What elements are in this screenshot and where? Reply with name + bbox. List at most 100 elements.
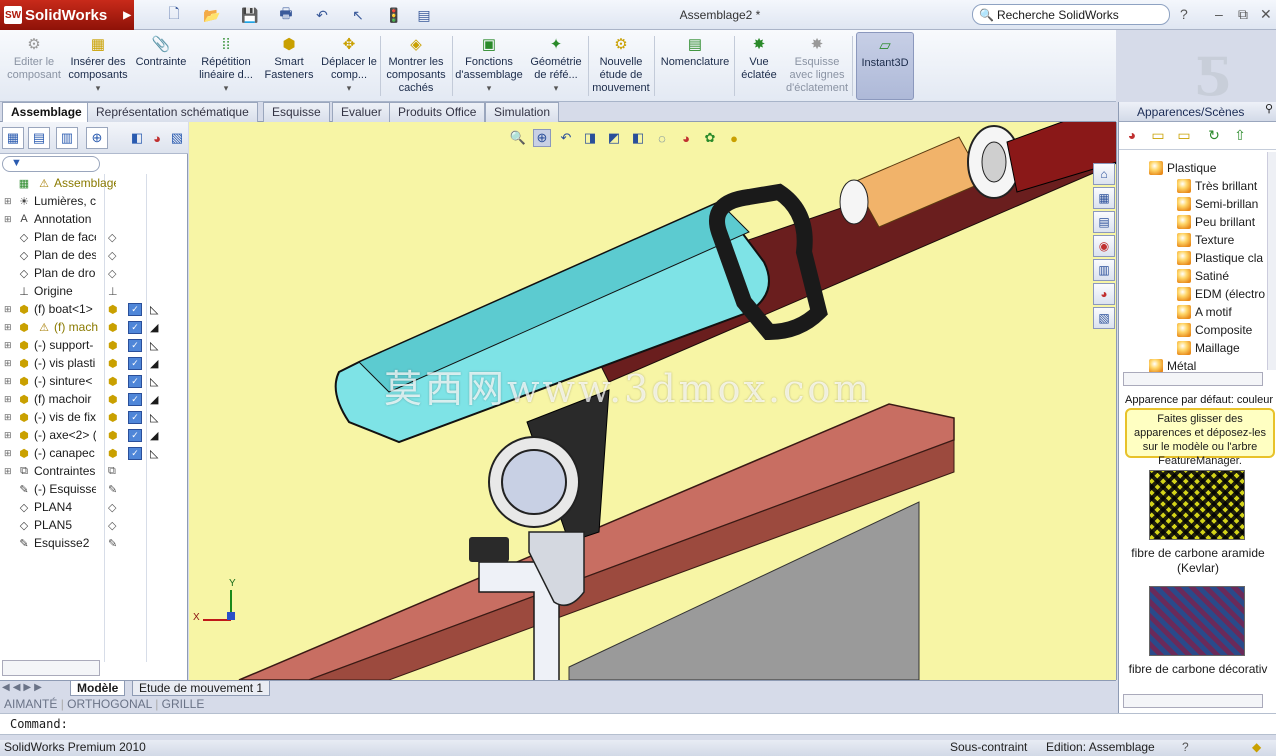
tree-row[interactable]: ◇ Plan de dro ◇ [0, 264, 188, 282]
dropdown-arrow-icon[interactable]: ▾ [96, 82, 101, 95]
tree-row[interactable]: ✎ (-) Esquisse ✎ [0, 480, 188, 498]
display-state-icon[interactable]: ✓ [128, 410, 142, 424]
appearances-vertical-scrollbar[interactable] [1267, 152, 1276, 370]
new-document-icon[interactable]: 🗋 [160, 5, 188, 25]
appearance-item[interactable]: Semi-brillan [1177, 195, 1276, 213]
appearances-tab-icon[interactable]: ◕ [1093, 283, 1115, 305]
assembly-features-button[interactable]: ▣ Fonctions d'assemblage ▾ [454, 32, 524, 100]
solidworks-menu-button[interactable]: SW SolidWorks ▶ [0, 0, 134, 30]
tree-row[interactable]: ⊞ ⬢ (-) canapec ⬢ ✓ ◺ [0, 444, 188, 462]
appearance-item[interactable]: Texture [1177, 231, 1276, 249]
expand-toggle-icon[interactable]: ⊞ [4, 376, 14, 387]
shading-mode-icon[interactable]: ◺ [150, 303, 163, 316]
search-box[interactable]: 🔍 Recherche SolidWorks [972, 4, 1170, 25]
tab-scroll-arrows-icon[interactable]: ◀◀▶▶ [2, 682, 45, 693]
minimize-icon[interactable]: – [1215, 6, 1223, 22]
tree-row[interactable]: ✎ Esquisse2 ✎ [0, 534, 188, 552]
expand-toggle-icon[interactable]: ⊞ [4, 430, 14, 441]
dropdown-arrow-icon[interactable]: ▾ [347, 82, 352, 95]
folder-icon[interactable]: ▭ [1149, 127, 1167, 144]
shading-mode-icon[interactable]: ◢ [150, 321, 163, 334]
zoom-to-area-icon[interactable]: ⊕ [533, 129, 551, 147]
appearance-item[interactable]: Plastique cla [1177, 249, 1276, 267]
show-hidden-components-button[interactable]: ◈ Montrer les composants cachés [384, 32, 448, 100]
tree-row[interactable]: ⊞ ⬢ (f) boat<1> ⬢ ✓ ◺ [0, 300, 188, 318]
pin-icon[interactable]: ⚲ [1265, 102, 1273, 115]
select-icon[interactable]: ↖ [344, 5, 372, 25]
print-icon[interactable]: 🖶 [272, 5, 300, 25]
tree-row[interactable]: ◇ PLAN5 ◇ [0, 516, 188, 534]
edit-appearance-icon[interactable]: ◕ [677, 129, 695, 147]
view-orientation-icon[interactable]: ◩ [605, 129, 623, 147]
search-results-icon[interactable]: ◉ [1093, 235, 1115, 257]
display-state-icon[interactable]: ✓ [128, 374, 142, 388]
snap-mode-grid[interactable]: GRILLE [162, 697, 205, 711]
display-tab-icon[interactable]: ◧ [126, 127, 148, 149]
tree-row[interactable]: ⊥ Origine ⊥ [0, 282, 188, 300]
display-state-icon[interactable]: ✓ [128, 428, 142, 442]
undo-icon[interactable]: ↶ [308, 5, 336, 25]
shading-mode-icon[interactable]: ◺ [150, 375, 163, 388]
section-view-icon[interactable]: ◨ [581, 129, 599, 147]
edit-component-button[interactable]: ⚙ Editer le composant [4, 32, 64, 100]
appearance-item[interactable]: Peu brillant [1177, 213, 1276, 231]
decorative-carbon-thumbnail[interactable] [1149, 586, 1245, 656]
rebuild-icon[interactable]: 🚦 [380, 5, 408, 25]
refresh-icon[interactable]: ↻ [1205, 127, 1223, 144]
expand-toggle-icon[interactable]: ⊞ [4, 214, 14, 225]
shading-mode-icon[interactable]: ◢ [150, 429, 163, 442]
insert-components-button[interactable]: ▦ Insérer des composants ▾ [66, 32, 130, 100]
display-style-icon[interactable]: ◧ [629, 129, 647, 147]
display-state-icon[interactable]: ✓ [128, 320, 142, 334]
tree-row[interactable]: ⊞ ⬢ (f) machoir ⬢ ✓ ◢ [0, 390, 188, 408]
command-line[interactable]: Command: [0, 713, 1276, 735]
shading-mode-icon[interactable]: ◢ [150, 357, 163, 370]
appearance-tab-icon[interactable]: ◕ [146, 127, 168, 149]
linear-pattern-button[interactable]: ⁞⁞ Répétition linéaire d... ▾ [194, 32, 258, 100]
design-library-icon[interactable]: ▦ [1093, 187, 1115, 209]
tab-office-products[interactable]: Produits Office [389, 102, 486, 122]
display-state-icon[interactable]: ✓ [128, 302, 142, 316]
scene-tab-icon[interactable]: ▧ [166, 127, 188, 149]
appearances-horizontal-scrollbar[interactable] [1123, 372, 1263, 386]
view-settings-icon[interactable]: ● [725, 129, 743, 147]
expand-toggle-icon[interactable]: ⊞ [4, 394, 14, 405]
options-icon[interactable]: ▤ [410, 5, 438, 25]
appearance-item[interactable]: EDM (électro [1177, 285, 1276, 303]
dropdown-arrow-icon[interactable]: ▾ [487, 82, 492, 95]
expand-toggle-icon[interactable]: ⊞ [4, 196, 14, 207]
snap-mode-snap[interactable]: AIMANTÉ [4, 697, 57, 711]
tree-row[interactable]: ▦ ⚠ Assemblage [0, 174, 188, 192]
shading-mode-icon[interactable]: ◢ [150, 393, 163, 406]
tree-row[interactable]: ⊞ ⧉ Contraintes ⧉ [0, 462, 188, 480]
expand-toggle-icon[interactable]: ⊞ [4, 358, 14, 369]
add-appearance-icon[interactable]: ◕ [1123, 127, 1141, 143]
custom-properties-icon[interactable]: ▧ [1093, 307, 1115, 329]
exploded-view-button[interactable]: ✸ Vue éclatée [736, 32, 782, 100]
appearance-item[interactable]: A motif [1177, 303, 1276, 321]
tree-row[interactable]: ⊞ ⬢ (-) vis plasti ⬢ ✓ ◢ [0, 354, 188, 372]
tab-motion-study-1[interactable]: Etude de mouvement 1 [132, 681, 271, 696]
move-component-button[interactable]: ✥ Déplacer le comp... ▾ [320, 32, 378, 100]
close-icon[interactable]: ✕ [1260, 6, 1272, 23]
display-state-icon[interactable]: ✓ [128, 338, 142, 352]
expand-toggle-icon[interactable]: ⊞ [4, 466, 14, 477]
tree-row[interactable]: ⊞ ⬢ ⚠ (f) mach ⬢ ✓ ◢ [0, 318, 188, 336]
tree-row[interactable]: ⊞ ⬢ (-) support- ⬢ ✓ ◺ [0, 336, 188, 354]
tree-row[interactable]: ⊞ ⬢ (-) axe<2> (⬢ ✓ ◢ [0, 426, 188, 444]
solidworks-resources-icon[interactable]: ⌂ [1093, 163, 1115, 185]
tree-row[interactable]: ◇ Plan de face ◇ [0, 228, 188, 246]
display-state-icon[interactable]: ✓ [128, 446, 142, 460]
instant3d-button[interactable]: ▱ Instant3D [856, 32, 914, 100]
tree-row[interactable]: ◇ Plan de des ◇ [0, 246, 188, 264]
tab-simulation[interactable]: Simulation [485, 102, 560, 122]
appearance-item[interactable]: Maillage [1177, 339, 1276, 357]
kevlar-thumbnail[interactable] [1149, 470, 1245, 540]
dropdown-arrow-icon[interactable]: ▾ [554, 82, 559, 95]
apply-scene-icon[interactable]: ✿ [701, 129, 719, 147]
tree-row[interactable]: ⊞ ☀ Lumières, c [0, 192, 188, 210]
feature-tree-tab-icon[interactable]: ▦ [2, 127, 24, 149]
tree-horizontal-scrollbar[interactable] [2, 660, 100, 676]
rebuild-status-icon[interactable]: ◆ [1252, 740, 1261, 754]
graphics-area[interactable]: Y X 🔍 ⊕ ↶ ◨ ◩ ◧ ◌ ◕ ✿ ● 莫西网www.3dmox.com [189, 122, 1117, 680]
